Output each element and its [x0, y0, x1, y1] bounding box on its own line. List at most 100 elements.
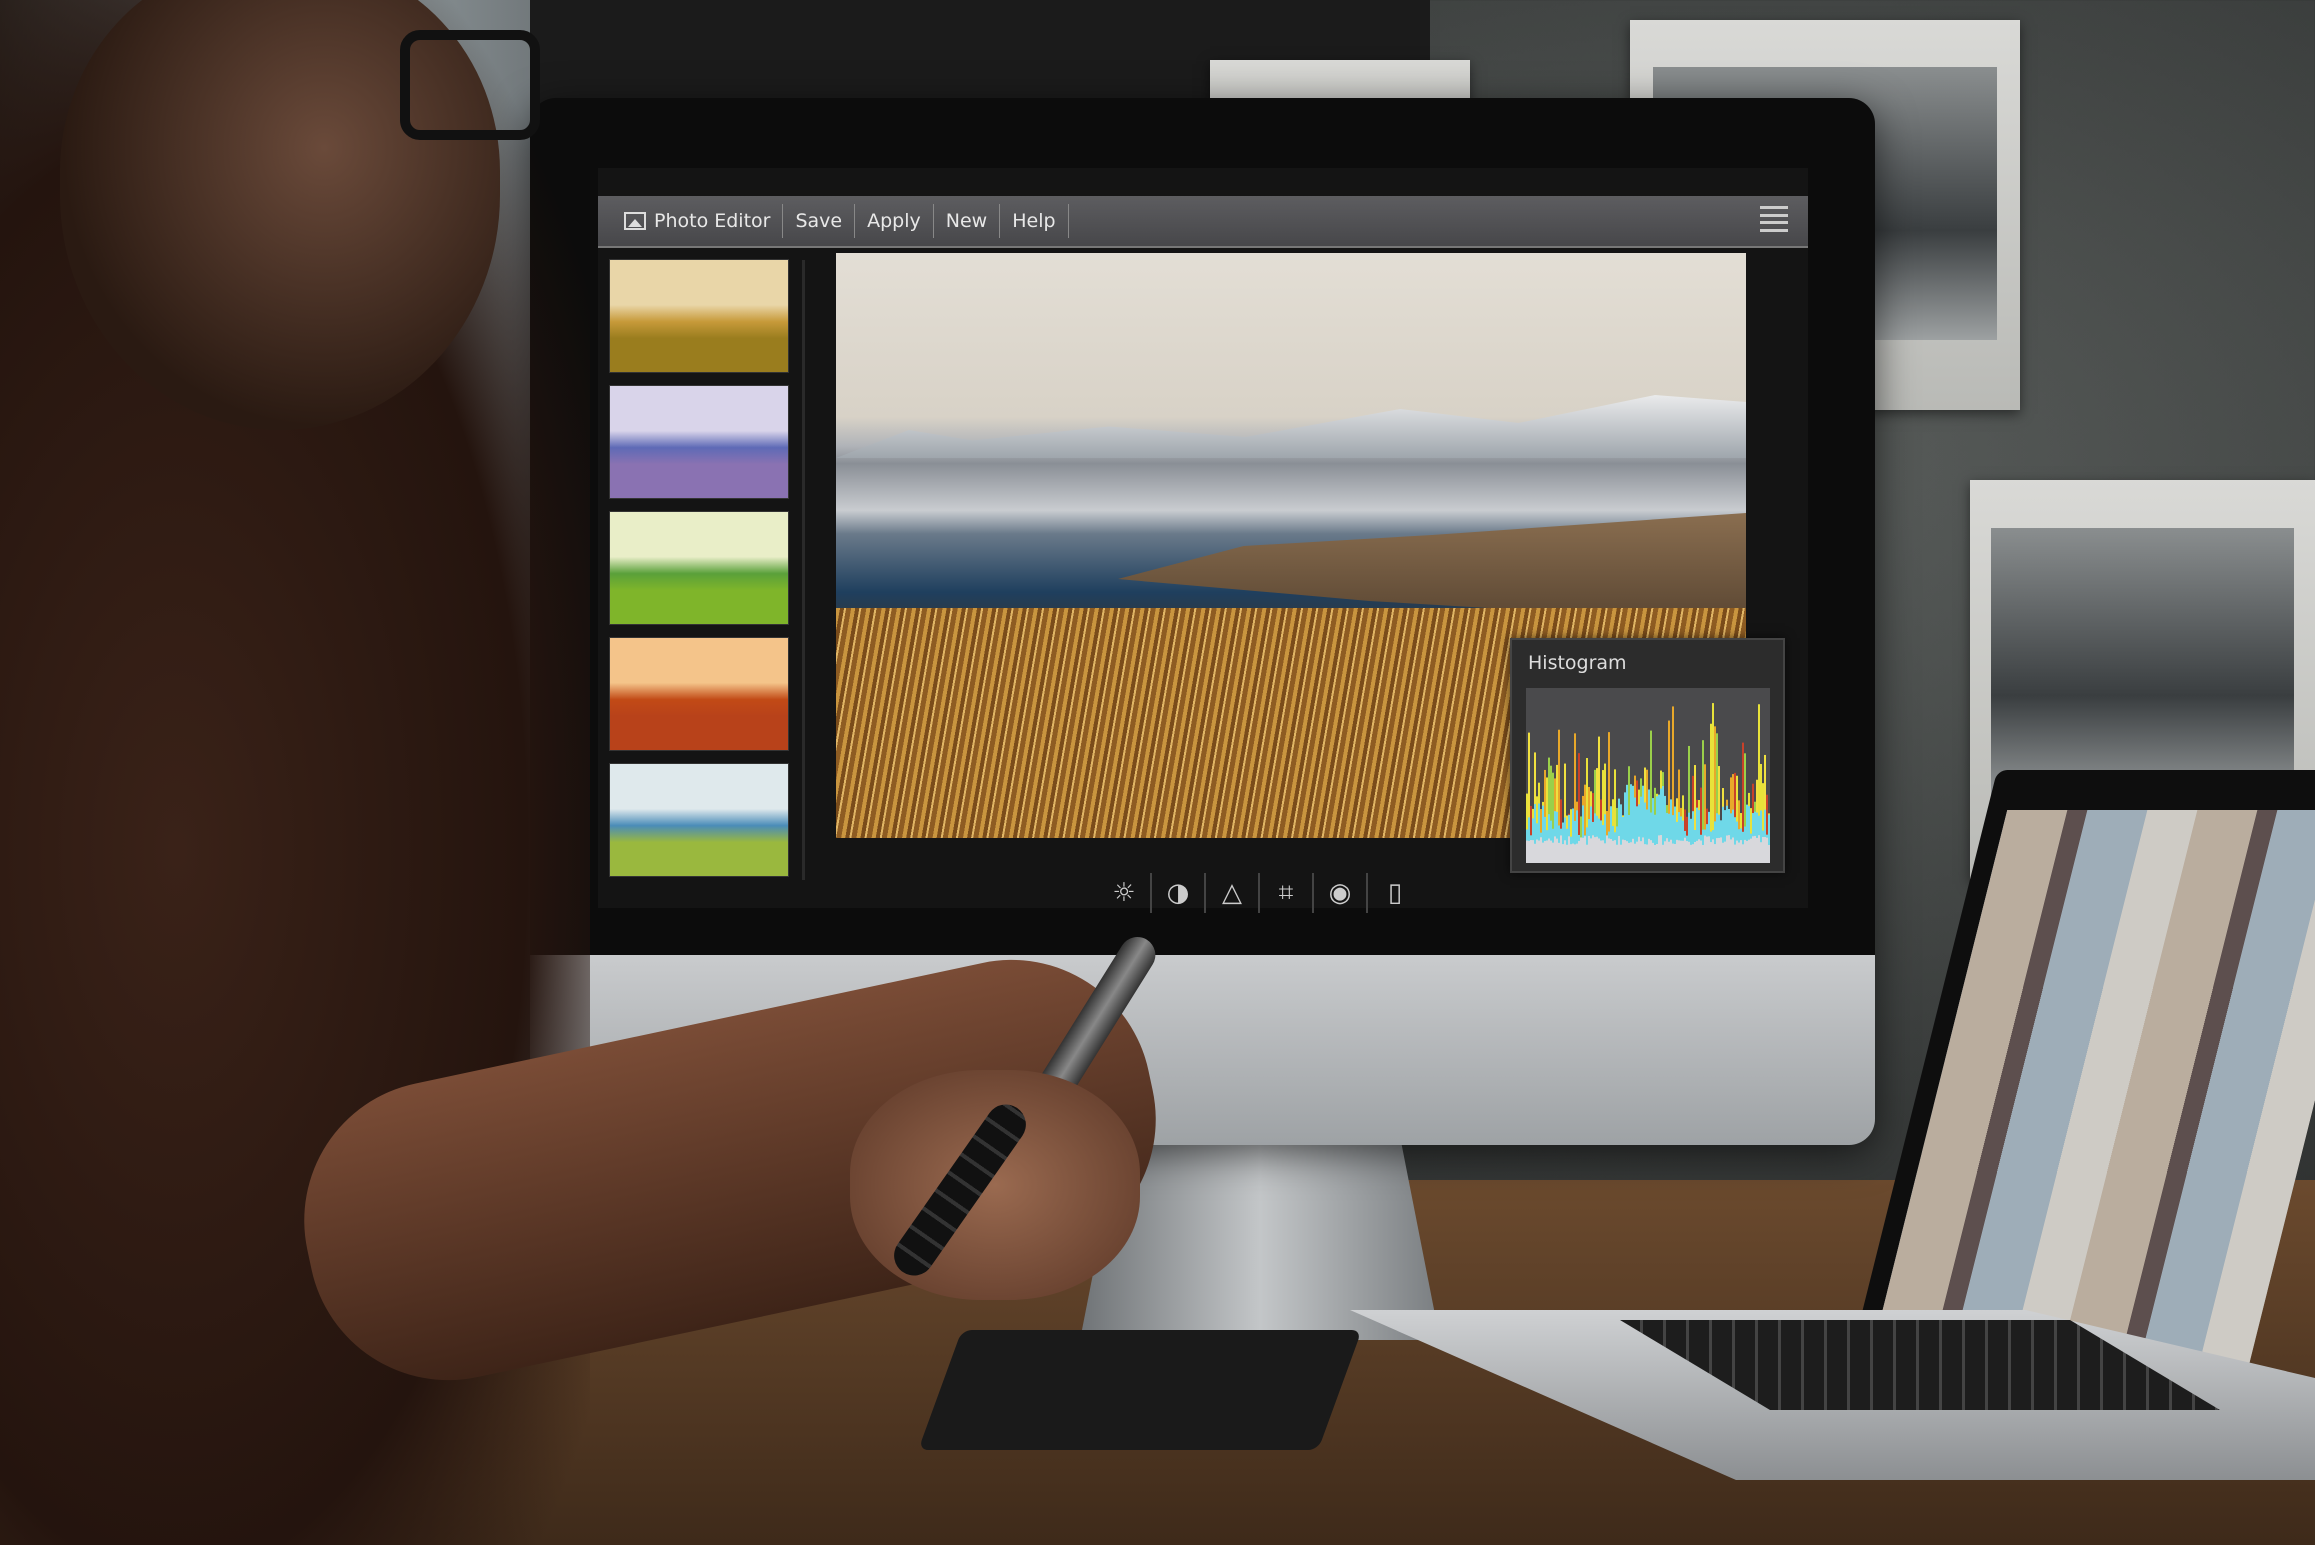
histogram-bar-luma [1658, 835, 1660, 863]
edit-toolbar: ☼ ◑ △ ⌗ ◉ ▯ [1098, 868, 1428, 918]
app-title: Photo Editor [654, 210, 771, 232]
contrast-icon[interactable]: ◑ [1152, 873, 1206, 913]
menu-help[interactable]: Help [1000, 204, 1069, 238]
histogram-bar-luma [1754, 835, 1756, 863]
crop-icon[interactable]: ⌗ [1260, 873, 1314, 913]
histogram-bar-luma [1718, 837, 1720, 863]
menu-app-title[interactable]: Photo Editor [612, 204, 784, 238]
monitor-stand [1080, 1120, 1440, 1340]
histogram-bar-luma [1724, 841, 1726, 863]
histogram-bar-luma [1720, 837, 1722, 863]
hamburger-menu-icon[interactable] [1760, 206, 1788, 232]
histogram-title: Histogram [1528, 652, 1627, 674]
histogram-bar-luma [1640, 841, 1642, 863]
histogram-bar-luma [1580, 837, 1582, 863]
histogram-bar-luma [1744, 839, 1746, 863]
histogram-bar-luma [1572, 843, 1574, 863]
histogram-bar-luma [1666, 838, 1668, 863]
histogram-bar-luma [1652, 842, 1654, 863]
histogram-bar-luma [1748, 839, 1750, 863]
menu-new[interactable]: New [934, 204, 1001, 238]
histogram-bar-luma [1526, 840, 1528, 863]
histogram-bar-luma [1764, 836, 1766, 863]
histogram-bar-luma [1664, 841, 1666, 863]
histogram-bar-luma [1738, 842, 1740, 863]
preview-icon[interactable]: ◉ [1314, 873, 1368, 913]
histogram-bar-luma [1672, 843, 1674, 863]
histogram-bar-luma [1742, 844, 1744, 863]
histogram-bar-luma [1582, 837, 1584, 863]
histogram-bar-luma [1692, 844, 1694, 863]
thumbnail-warm[interactable] [610, 260, 788, 372]
histogram-bar-luma [1674, 843, 1676, 863]
histogram-bar-luma [1656, 844, 1658, 863]
histogram-bar-luma [1694, 841, 1696, 863]
histogram-bar-luma [1756, 837, 1758, 863]
histogram-bar-luma [1546, 840, 1548, 863]
menu-apply[interactable]: Apply [855, 204, 934, 238]
histogram-bar-luma [1654, 844, 1656, 863]
histogram-bar-luma [1668, 841, 1670, 863]
histogram-bar-luma [1648, 838, 1650, 863]
histogram-bar-luma [1596, 836, 1598, 863]
histogram-bar-luma [1540, 837, 1542, 863]
thumbnail-green[interactable] [610, 512, 788, 624]
menu-save[interactable]: Save [783, 204, 856, 238]
histogram-bar-luma [1698, 839, 1700, 863]
histogram-bar-luma [1670, 839, 1672, 863]
histogram-bar-luma [1722, 842, 1724, 863]
thumbnail-cool[interactable] [610, 764, 788, 876]
histogram-bar-luma [1568, 836, 1570, 863]
histogram-bar-luma [1612, 840, 1614, 863]
histogram-bar-luma [1560, 835, 1562, 863]
histogram-bar-luma [1570, 844, 1572, 863]
thumbnail-purple[interactable] [610, 386, 788, 498]
sharpen-icon[interactable]: △ [1206, 873, 1260, 913]
histogram-bar-luma [1734, 844, 1736, 863]
histogram-bar-luma [1758, 835, 1760, 863]
histogram-bar-luma [1662, 844, 1664, 863]
histogram-bar-luma [1696, 840, 1698, 863]
menubar: Photo Editor Save Apply New Help [598, 196, 1808, 248]
histogram-bar-luma [1690, 844, 1692, 863]
histogram-bar-luma [1750, 838, 1752, 863]
histogram-bar-luma [1534, 843, 1536, 863]
histogram-bar-luma [1638, 836, 1640, 863]
histogram-bar-luma [1548, 838, 1550, 863]
histogram-bar-luma [1630, 842, 1632, 863]
histogram-bar-luma [1530, 840, 1532, 863]
thumbnail-orange[interactable] [610, 638, 788, 750]
histogram-bar-luma [1566, 844, 1568, 863]
histogram-bar-luma [1728, 835, 1730, 863]
histogram-bar-luma [1710, 842, 1712, 863]
histogram-bar-luma [1618, 835, 1620, 863]
histogram-bar-luma [1702, 844, 1704, 863]
compare-icon[interactable]: ▯ [1368, 873, 1422, 913]
histogram-bar-luma [1746, 840, 1748, 863]
histogram-bar-luma [1584, 836, 1586, 863]
histogram-bar-luma [1708, 836, 1710, 863]
histogram-bar-luma [1528, 840, 1530, 863]
histogram-bar-luma [1714, 844, 1716, 863]
histogram-bar-luma [1562, 844, 1564, 863]
histogram-bar-luma [1554, 836, 1556, 863]
brightness-icon[interactable]: ☼ [1098, 873, 1152, 913]
histogram-bar-luma [1626, 841, 1628, 863]
histogram-bar-luma [1712, 839, 1714, 863]
histogram-bar-luma [1556, 838, 1558, 863]
histogram-bar-luma [1642, 837, 1644, 863]
histogram-bar-luma [1564, 840, 1566, 863]
histogram-bar-luma [1616, 844, 1618, 863]
histogram-bar-luma [1716, 838, 1718, 863]
histogram-bar-luma [1542, 842, 1544, 863]
histogram-bar-luma [1602, 840, 1604, 863]
histogram-bar-luma [1678, 840, 1680, 863]
histogram-bar-luma [1740, 840, 1742, 863]
histogram-bar-luma [1544, 840, 1546, 863]
histogram-bar-luma [1590, 838, 1592, 863]
histogram-bar-luma [1680, 840, 1682, 863]
histogram-bar-luma [1760, 842, 1762, 863]
histogram-bar-luma [1766, 837, 1768, 863]
histogram-bar-luma [1614, 840, 1616, 863]
histogram-bar-luma [1620, 844, 1622, 863]
